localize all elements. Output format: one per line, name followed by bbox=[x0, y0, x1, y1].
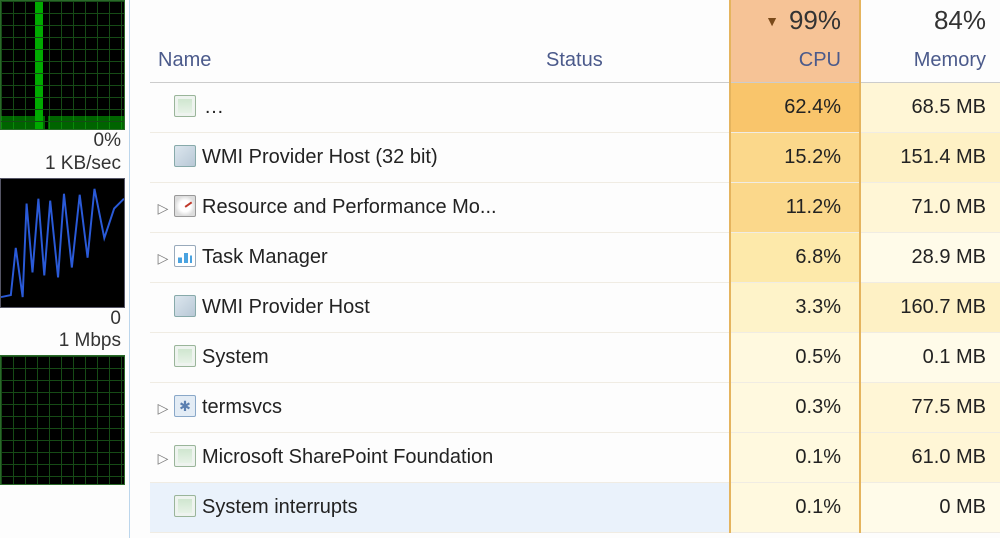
process-row[interactable]: termsvcs 0.3%77.5 MB bbox=[150, 382, 1000, 432]
process-name: WMI Provider Host (32 bit) bbox=[202, 146, 438, 168]
process-row[interactable]: System 0.5%0.1 MB bbox=[150, 332, 1000, 382]
wmi-icon bbox=[174, 295, 196, 317]
perf-icon bbox=[174, 195, 196, 217]
process-row[interactable]: System interrupts 0.1%0 MB bbox=[150, 482, 1000, 532]
col-header-name[interactable]: Name bbox=[150, 40, 540, 82]
process-name-cell[interactable]: WMI Provider Host bbox=[150, 282, 540, 332]
process-cpu-cell: 62.4% bbox=[730, 82, 860, 132]
col-header-status[interactable]: Status bbox=[540, 40, 730, 82]
process-row[interactable]: Task Manager 6.8%28.9 MB bbox=[150, 232, 1000, 282]
process-memory-cell: 160.7 MB bbox=[860, 282, 1000, 332]
process-status-cell bbox=[540, 82, 730, 132]
col-header-cpu[interactable]: CPU bbox=[730, 40, 860, 82]
process-status-cell bbox=[540, 332, 730, 382]
sidebar-mini-charts: 0% 1 KB/sec 0 1 Mbps bbox=[0, 0, 130, 538]
gear-icon bbox=[174, 395, 196, 417]
process-status-cell bbox=[540, 232, 730, 282]
col-header-cpu-total[interactable]: ▼99% bbox=[730, 0, 860, 40]
wmi-icon bbox=[174, 145, 196, 167]
net-chart-caption: 1 Mbps bbox=[0, 330, 127, 353]
process-memory-cell: 0 MB bbox=[860, 482, 1000, 532]
process-name-cell[interactable]: System bbox=[150, 332, 540, 382]
process-name: termsvcs bbox=[202, 396, 282, 418]
process-status-cell bbox=[540, 432, 730, 482]
process-row[interactable]: WMI Provider Host (32 bit) 15.2%151.4 MB bbox=[150, 132, 1000, 182]
net-chart-value: 0 bbox=[0, 308, 127, 331]
process-cpu-cell: 0.5% bbox=[730, 332, 860, 382]
mini-chart-cpu[interactable] bbox=[0, 0, 125, 130]
process-name: Task Manager bbox=[202, 246, 328, 268]
process-name-cell[interactable]: Task Manager bbox=[150, 232, 540, 282]
process-name: Microsoft SharePoint Foundation bbox=[202, 446, 493, 468]
process-table[interactable]: ▼99% 84% Name Status CPU Memory srvany.e… bbox=[150, 0, 1000, 533]
process-name-cell[interactable]: Microsoft SharePoint Foundation bbox=[150, 432, 540, 482]
tm-icon bbox=[174, 245, 196, 267]
process-cpu-cell: 3.3% bbox=[730, 282, 860, 332]
process-cpu-cell: 11.2% bbox=[730, 182, 860, 232]
sort-desc-icon: ▼ bbox=[765, 13, 779, 29]
process-cpu-cell: 6.8% bbox=[730, 232, 860, 282]
process-name: Resource and Performance Mo... bbox=[202, 196, 497, 218]
expand-icon[interactable] bbox=[154, 200, 172, 217]
process-name: System bbox=[202, 346, 269, 368]
process-row[interactable]: Microsoft SharePoint Foundation 0.1%61.0 … bbox=[150, 432, 1000, 482]
expand-icon[interactable] bbox=[154, 450, 172, 467]
mini-chart-disk[interactable] bbox=[0, 355, 125, 485]
process-cpu-cell: 0.1% bbox=[730, 482, 860, 532]
app-icon bbox=[174, 345, 196, 367]
cpu-chart-value: 0% bbox=[0, 130, 127, 153]
process-memory-cell: 77.5 MB bbox=[860, 382, 1000, 432]
process-name: System interrupts bbox=[202, 496, 358, 518]
col-header-memory[interactable]: Memory bbox=[860, 40, 1000, 82]
app-icon bbox=[174, 495, 196, 517]
process-row[interactable]: WMI Provider Host 3.3%160.7 MB bbox=[150, 282, 1000, 332]
process-name-cell[interactable]: WMI Provider Host (32 bit) bbox=[150, 132, 540, 182]
process-name: srvany.exe bbox=[202, 92, 540, 123]
process-memory-cell: 61.0 MB bbox=[860, 432, 1000, 482]
process-name: WMI Provider Host bbox=[202, 296, 370, 318]
expand-icon[interactable] bbox=[154, 250, 172, 267]
process-name-cell[interactable]: termsvcs bbox=[150, 382, 540, 432]
process-status-cell bbox=[540, 282, 730, 332]
process-name-cell[interactable]: System interrupts bbox=[150, 482, 540, 532]
process-cpu-cell: 15.2% bbox=[730, 132, 860, 182]
process-name-cell[interactable]: srvany.exe bbox=[150, 82, 540, 132]
mini-chart-network[interactable] bbox=[0, 178, 125, 308]
process-memory-cell: 68.5 MB bbox=[860, 82, 1000, 132]
process-table-panel: ▼99% 84% Name Status CPU Memory srvany.e… bbox=[130, 0, 1000, 538]
expand-icon[interactable] bbox=[154, 400, 172, 417]
process-memory-cell: 0.1 MB bbox=[860, 332, 1000, 382]
process-status-cell bbox=[540, 132, 730, 182]
process-memory-cell: 28.9 MB bbox=[860, 232, 1000, 282]
process-status-cell bbox=[540, 182, 730, 232]
process-name-cell[interactable]: Resource and Performance Mo... bbox=[150, 182, 540, 232]
process-memory-cell: 71.0 MB bbox=[860, 182, 1000, 232]
table-header[interactable]: ▼99% 84% Name Status CPU Memory bbox=[150, 0, 1000, 82]
process-status-cell bbox=[540, 382, 730, 432]
process-status-cell bbox=[540, 482, 730, 532]
cpu-chart-caption: 1 KB/sec bbox=[0, 153, 127, 176]
process-cpu-cell: 0.3% bbox=[730, 382, 860, 432]
process-memory-cell: 151.4 MB bbox=[860, 132, 1000, 182]
col-header-mem-total[interactable]: 84% bbox=[860, 0, 1000, 40]
process-row[interactable]: Resource and Performance Mo... 11.2%71.0 … bbox=[150, 182, 1000, 232]
app-icon bbox=[174, 95, 196, 117]
process-row[interactable]: srvany.exe 62.4%68.5 MB bbox=[150, 82, 1000, 132]
process-cpu-cell: 0.1% bbox=[730, 432, 860, 482]
app-icon bbox=[174, 445, 196, 467]
